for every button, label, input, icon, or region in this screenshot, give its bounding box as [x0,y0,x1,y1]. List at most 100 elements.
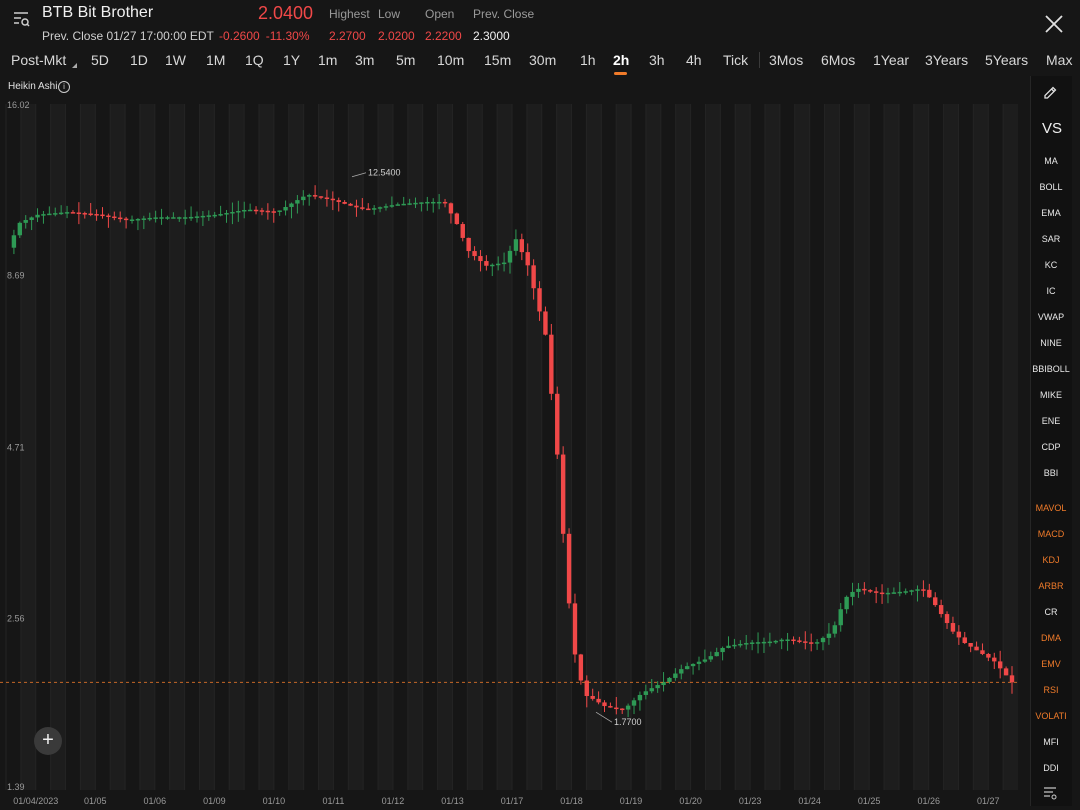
tab-5years[interactable]: 5Years [985,52,1028,68]
tab-10min[interactable]: 10m [437,52,464,68]
candlestick-chart[interactable]: 16.02 8.69 4.71 2.56 1.39 01/04/2023 01/05 01/0… [0,96,1028,810]
stat-label-low: Low [378,7,401,21]
tab-3years[interactable]: 3Years [925,52,968,68]
candle-body [891,592,897,594]
overlay-sar[interactable]: SAR [1030,234,1072,244]
overlay-cdp[interactable]: CDP [1030,442,1072,452]
candle-body [395,204,400,206]
overlay-bbi[interactable]: BBI [1030,468,1072,478]
indicator-volati[interactable]: VOLATI [1030,711,1072,721]
candle-body [826,633,832,638]
close-icon[interactable] [1044,14,1064,34]
candle-body [921,589,926,591]
session-band [139,104,155,790]
overlay-ene[interactable]: ENE [1030,416,1072,426]
session-band [199,104,215,790]
tab-1d[interactable]: 1D [130,52,148,68]
tab-3mos[interactable]: 3Mos [769,52,803,68]
tab-30min[interactable]: 30m [529,52,556,68]
candle-body [744,643,749,645]
candle-body [643,691,649,695]
tab-1q[interactable]: 1Q [245,52,264,68]
stat-labels: Highest Low Open Prev. Close [329,7,534,21]
overlay-mike[interactable]: MIKE [1030,390,1072,400]
prev-close-info: Prev. Close 01/27 17:00:00 EDT [42,29,214,43]
info-icon[interactable]: i [58,81,70,93]
indicator-arbr[interactable]: ARBR [1030,581,1072,591]
post-mkt-dropdown-icon[interactable] [72,63,77,68]
tab-4h[interactable]: 4h [686,52,702,68]
candle-body [348,203,353,206]
indicator-ddi[interactable]: DDI [1030,763,1072,773]
candle-body [112,216,117,219]
candle-body [295,200,300,204]
indicator-mavol[interactable]: MAVOL [1030,503,1072,513]
indicator-rsi[interactable]: RSI [1030,685,1072,695]
tab-1m[interactable]: 1M [206,52,225,68]
tab-max[interactable]: Max [1046,52,1072,68]
candle-body [141,218,147,220]
stat-label-open: Open [425,7,455,21]
tab-3h[interactable]: 3h [649,52,665,68]
candle-body [856,588,861,592]
candle-body [814,642,820,644]
tab-15min[interactable]: 15m [484,52,511,68]
tab-divider [759,52,760,68]
indicator-cr[interactable]: CR [1030,607,1072,617]
settings-filter-icon[interactable] [1043,786,1057,800]
candle-body [673,673,678,678]
indicator-macd[interactable]: MACD [1030,529,1072,539]
indicator-mfi[interactable]: MFI [1030,737,1072,747]
overlay-boll[interactable]: BOLL [1030,182,1072,192]
add-drawing-button[interactable]: + [34,727,62,755]
tab-1y[interactable]: 1Y [283,52,300,68]
list-search-icon[interactable] [12,10,30,28]
candle-body [53,213,58,215]
session-band [169,104,185,790]
candle-body [177,217,182,219]
candle-body [614,707,619,710]
candle-body [35,214,40,218]
candle-body [997,661,1003,669]
tab-5min[interactable]: 5m [396,52,415,68]
overlay-kc[interactable]: KC [1030,260,1072,270]
tab-1h[interactable]: 1h [580,52,596,68]
candle-body [377,207,383,209]
tab-1w[interactable]: 1W [165,52,186,68]
candle-body [118,217,123,220]
tab-6mos[interactable]: 6Mos [821,52,855,68]
tab-2h[interactable]: 2h [613,52,629,68]
candle-body [389,205,395,207]
overlay-bbiboll[interactable]: BBIBOLL [1030,364,1072,374]
indicator-emv[interactable]: EMV [1030,659,1072,669]
price-change: -0.2600 -11.30% [219,29,316,43]
overlay-nine[interactable]: NINE [1030,338,1072,348]
overlay-ema[interactable]: EMA [1030,208,1072,218]
indicator-kdj[interactable]: KDJ [1030,555,1072,565]
candle-body [525,252,530,266]
tab-1year[interactable]: 1Year [873,52,909,68]
candle-body [301,196,306,201]
tab-1min[interactable]: 1m [318,52,337,68]
candle-body [312,195,318,197]
compare-vs-button[interactable]: VS [1042,120,1062,137]
candle-body [88,213,93,216]
candle-body [82,213,87,215]
overlay-ic[interactable]: IC [1030,286,1072,296]
session-band [794,104,810,790]
candle-body [324,197,330,199]
session-band [854,104,870,790]
indicator-dma[interactable]: DMA [1030,633,1072,643]
tab-post-mkt[interactable]: Post-Mkt [11,52,66,68]
session-band [765,104,780,790]
tab-tick[interactable]: Tick [723,52,748,68]
candle-body [667,677,672,682]
tab-3min[interactable]: 3m [355,52,374,68]
pencil-icon[interactable] [1042,85,1058,101]
session-band [526,104,542,790]
overlay-ma[interactable]: MA [1030,156,1072,166]
tab-5d[interactable]: 5D [91,52,109,68]
y-tick-label: 4.71 [7,443,25,453]
overlay-vwap[interactable]: VWAP [1030,312,1072,322]
change-percent: -11.30% [265,29,310,43]
